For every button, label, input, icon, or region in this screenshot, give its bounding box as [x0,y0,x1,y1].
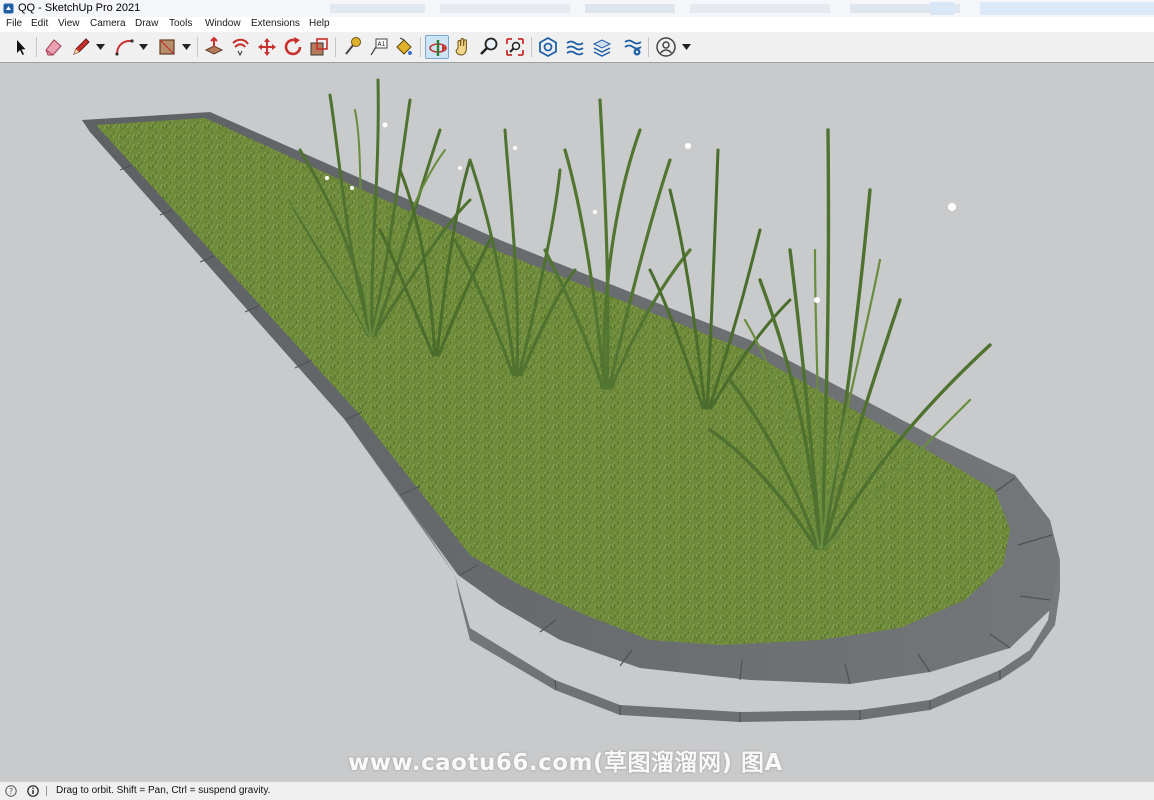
tape-measure-icon [345,37,361,55]
paint-bucket-tool-button[interactable] [392,35,416,59]
account-button[interactable] [654,35,678,59]
extension-manager-button[interactable] [621,35,645,59]
menu-edit[interactable]: Edit [31,18,48,29]
offset-icon [232,38,249,57]
watermark-text: www.caotu66.com(草图溜溜网) 图A [348,750,783,776]
arc-tool-button[interactable] [112,35,136,59]
zoom-tool-button[interactable] [477,35,501,59]
menu-camera[interactable]: Camera [90,18,126,29]
user-account-icon [656,37,676,57]
pan-hand-icon [455,37,467,56]
menu-extensions[interactable]: Extensions [251,18,300,29]
eraser-icon [45,39,62,56]
text-tool-button[interactable]: A1 [367,35,391,59]
arrow-cursor-icon [17,40,26,55]
push-pull-tool-button[interactable] [202,35,226,59]
help-question-icon[interactable]: ? [5,785,17,797]
text-icon: A1 [370,38,388,56]
select-tool-button[interactable] [8,35,32,59]
3d-warehouse-button[interactable] [536,35,560,59]
chevron-down-icon[interactable] [96,44,105,50]
rotate-tool-button[interactable] [281,35,305,59]
zoom-icon [480,37,498,55]
menu-draw[interactable]: Draw [135,18,158,29]
toolbar-separator [648,37,649,57]
toolbar-separator [36,37,37,57]
menu-help[interactable]: Help [309,18,330,29]
menu-file[interactable]: File [6,18,22,29]
move-icon [258,38,276,56]
tape-measure-tool-button[interactable] [340,35,364,59]
rectangle-tool-button[interactable] [155,35,179,59]
pencil-icon [73,38,90,55]
menu-bar: File Edit View Camera Draw Tools Window … [0,17,1154,32]
line-tool-button[interactable] [69,35,93,59]
status-divider [46,786,47,796]
sketchup-app-icon [3,3,14,14]
layout-icon [592,39,612,57]
scene-3d-model [82,78,1060,722]
warehouse-icon [539,36,557,58]
window-title: QQ - SketchUp Pro 2021 [18,2,141,14]
main-toolbar: A1 [0,32,1154,63]
title-bar: QQ - SketchUp Pro 2021 [0,0,1154,18]
extension-manager-icon [624,39,642,56]
svg-text:?: ? [9,787,13,796]
extension-warehouse-button[interactable] [563,35,587,59]
toolbar-separator [197,37,198,57]
svg-text:A1: A1 [378,41,386,48]
pan-tool-button[interactable] [451,35,475,59]
chevron-down-icon[interactable] [682,44,691,50]
rotate-icon [284,37,302,56]
status-bar: ? Drag to orbit. Shift = Pan, Ctrl = sus… [0,781,1154,800]
layout-button[interactable] [590,35,614,59]
model-viewport[interactable]: www.caotu66.com(草图溜溜网) 图A [0,63,1154,780]
menu-view[interactable]: View [58,18,80,29]
toolbar-separator [335,37,336,57]
arc-icon [115,39,134,56]
offset-tool-button[interactable] [228,35,252,59]
zoom-extents-icon [506,38,524,56]
info-icon[interactable] [27,785,39,797]
move-tool-button[interactable] [255,35,279,59]
paint-bucket-icon [396,37,412,55]
orbit-tool-button[interactable] [425,35,449,59]
menu-window[interactable]: Window [205,18,241,29]
orbit-icon [429,40,447,56]
toolbar-separator [420,37,421,57]
chevron-down-icon[interactable] [139,44,148,50]
status-message: Drag to orbit. Shift = Pan, Ctrl = suspe… [56,785,271,796]
eraser-tool-button[interactable] [41,35,65,59]
scale-icon [310,38,328,56]
blurred-taskbar-strip [330,2,1154,15]
toolbar-separator [531,37,532,57]
chevron-down-icon[interactable] [182,44,191,50]
scale-tool-button[interactable] [307,35,331,59]
extension-warehouse-icon [566,40,584,56]
rectangle-icon [159,39,175,55]
menu-tools[interactable]: Tools [169,18,192,29]
push-pull-icon [204,36,224,55]
zoom-extents-tool-button[interactable] [503,35,527,59]
